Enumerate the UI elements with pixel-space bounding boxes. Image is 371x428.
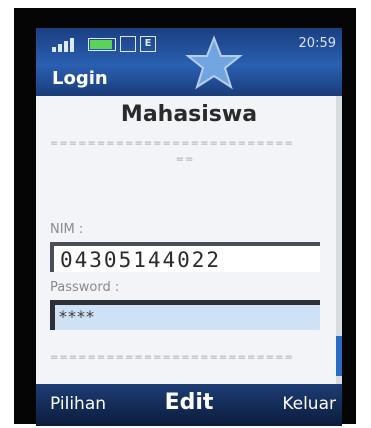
divider-bottom: ========================== <box>50 352 294 363</box>
password-value: **** <box>59 307 95 326</box>
form-heading: Mahasiswa <box>120 102 258 127</box>
scrollbar[interactable] <box>336 96 342 384</box>
softkey-bar: Pilihan Edit Keluar <box>36 384 342 426</box>
divider-top-tail: == <box>175 154 195 165</box>
nim-field[interactable]: 04305144022 <box>50 242 320 272</box>
login-form: Mahasiswa ========================== == … <box>36 96 342 384</box>
network-icon <box>120 36 136 52</box>
nim-label: NIM : <box>50 222 84 237</box>
divider-top: ========================== <box>50 138 294 149</box>
password-label: Password : <box>50 280 120 295</box>
battery-icon <box>88 38 116 51</box>
clock: 20:59 <box>298 36 336 51</box>
status-bar: E 20:59 Login <box>36 28 342 96</box>
network-type-badge: E <box>140 36 156 52</box>
scrollbar-thumb[interactable] <box>336 336 342 376</box>
exit-softkey[interactable]: Keluar <box>282 394 336 414</box>
star-icon <box>185 35 243 90</box>
phone-screen: E 20:59 Login Mahasiswa ================… <box>36 28 342 426</box>
nim-value: 04305144022 <box>60 248 222 272</box>
signal-icon <box>52 36 82 52</box>
screen-title: Login <box>52 68 108 89</box>
password-field[interactable]: **** <box>50 300 320 330</box>
